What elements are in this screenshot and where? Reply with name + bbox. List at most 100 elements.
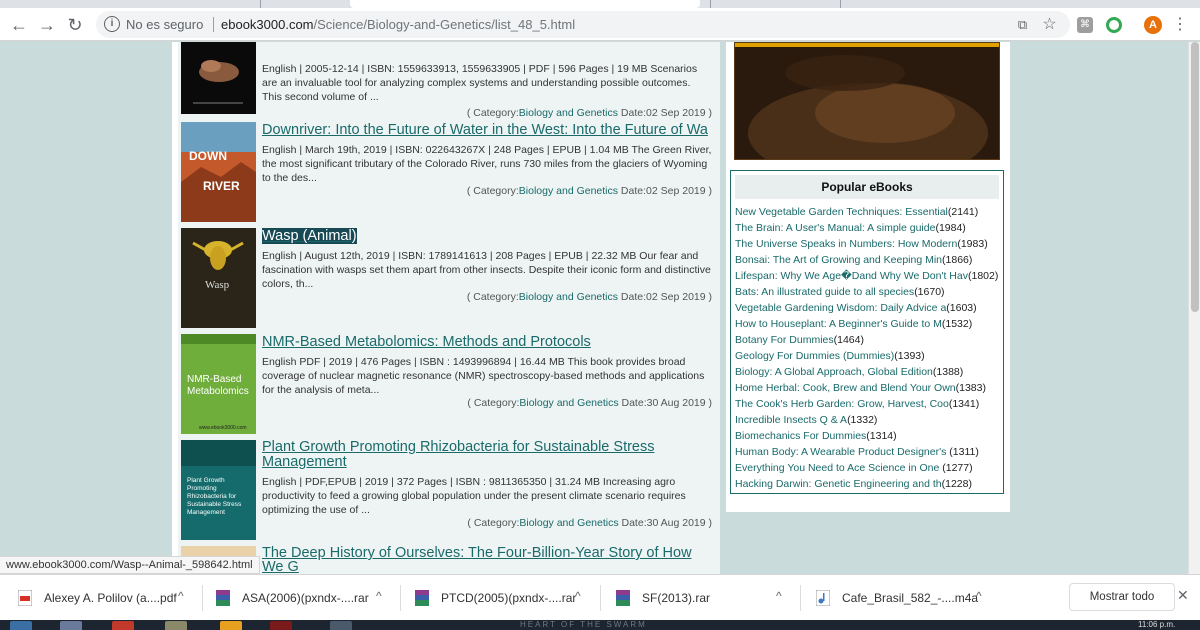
popular-item[interactable]: Biomechanics For Dummies(1314) [735,430,897,442]
category-link[interactable]: Biology and Genetics [519,397,618,409]
popular-item-title[interactable]: Incredible Insects Q & A [735,414,847,426]
popular-item[interactable]: Incredible Insects Q & A(1332) [735,414,877,426]
popular-item[interactable]: Botany For Dummies(1464) [735,334,864,346]
popular-item-title[interactable]: Geology For Dummies (Dummies) [735,350,894,362]
start-icon[interactable] [10,621,32,630]
book-title-text[interactable]: Wasp (Animal) [262,228,357,244]
translate-icon[interactable]: ⧉ [1014,16,1031,33]
book-title[interactable]: NMR-Based Metabolomics: Methods and Prot… [262,334,712,350]
download-item[interactable]: ASA(2006)(pxndx-....rar ^ [216,583,406,613]
popular-item-title[interactable]: Bats: An illustrated guide to all specie… [735,286,914,298]
popular-item-title[interactable]: The Universe Speaks in Numbers: How Mode… [735,238,957,250]
popular-item-title[interactable]: Home Herbal: Cook, Brew and Blend Your O… [735,382,956,394]
book-cover[interactable]: NMR-Based Metabolomics www.ebook3000.com [181,334,256,434]
chevron-up-icon[interactable]: ^ [178,589,184,603]
book-cover[interactable]: Plant Growth Promoting Rhizobacteria for… [181,440,256,540]
popular-item[interactable]: Home Herbal: Cook, Brew and Blend Your O… [735,382,986,394]
book-cover[interactable] [181,42,256,114]
popular-item[interactable]: Human Body: A Wearable Product Designer'… [735,446,979,458]
popular-item[interactable]: Geology For Dummies (Dummies)(1393) [735,350,925,362]
popular-item[interactable]: Bats: An illustrated guide to all specie… [735,286,945,298]
book-description: English | March 19th, 2019 | ISBN: 02264… [262,144,712,184]
advertisement[interactable] [734,42,1000,160]
popular-item-count: (1532) [941,318,973,330]
forward-arrow-icon[interactable]: → [36,14,58,36]
taskbar-app-icon[interactable] [112,621,134,630]
star-icon[interactable]: ☆ [1041,16,1058,33]
taskbar-app-icon[interactable] [330,621,352,630]
download-filename: Cafe_Brasil_582_-....m4a [842,591,979,605]
security-label[interactable]: No es seguro [126,17,203,32]
popular-item[interactable]: Biology: A Global Approach, Global Editi… [735,366,963,378]
reload-icon[interactable]: ↻ [64,14,86,36]
book-title[interactable]: Wasp (Animal) [262,228,712,244]
page-scrollbar[interactable] [1188,42,1200,574]
popular-item[interactable]: Bonsai: The Art of Growing and Keeping M… [735,254,972,266]
category-link[interactable]: Biology and Genetics [519,517,618,529]
close-icon[interactable]: ✕ [1177,587,1189,604]
download-item[interactable]: SF(2013).rar ^ [616,583,806,613]
popular-item[interactable]: The Universe Speaks in Numbers: How Mode… [735,238,988,250]
info-icon[interactable]: i [104,16,120,32]
popular-item[interactable]: How to Houseplant: A Beginner's Guide to… [735,318,972,330]
popular-item-count: (1311) [949,446,979,458]
book-title[interactable]: The Deep History of Ourselves: The Four-… [262,546,712,574]
book-title[interactable]: Plant Growth Promoting Rhizobacteria for… [262,440,712,470]
chevron-up-icon[interactable]: ^ [575,589,581,603]
popular-item-title[interactable]: Bonsai: The Art of Growing and Keeping M… [735,254,942,266]
popular-item-count: (1388) [932,366,964,378]
taskbar-app-icon[interactable] [270,621,292,630]
popular-item[interactable]: Vegetable Gardening Wisdom: Daily Advice… [735,302,977,314]
popular-item[interactable]: The Brain: A User's Manual: A simple gui… [735,222,966,234]
popular-item-title[interactable]: New Vegetable Garden Techniques: Essenti… [735,206,948,218]
status-bar-url: www.ebook3000.com/Wasp--Animal-_598642.h… [0,556,260,574]
pdf-extension-icon[interactable]: ⌘ [1077,17,1093,33]
chevron-up-icon[interactable]: ^ [776,589,782,603]
popular-item-title[interactable]: Hacking Darwin: Genetic Engineering and … [735,478,942,490]
popular-item-title[interactable]: Vegetable Gardening Wisdom: Daily Advice… [735,302,946,314]
back-arrow-icon[interactable]: ← [8,14,30,36]
taskbar-app-icon[interactable] [165,621,187,630]
cover-text: www.ebook3000.com [199,425,247,431]
download-item[interactable]: Cafe_Brasil_582_-....m4a ^ [816,583,1006,613]
popular-item-title[interactable]: The Brain: A User's Manual: A simple gui… [735,222,935,234]
show-all-downloads-button[interactable]: Mostrar todo [1069,583,1175,611]
book-cover[interactable]: Wasp [181,228,256,328]
book-cover[interactable]: DOWN RIVER [181,122,256,222]
popular-item-title[interactable]: Human Body: A Wearable Product Designer'… [735,446,949,458]
popular-item-title[interactable]: Biology: A Global Approach, Global Editi… [735,366,933,378]
url-text[interactable]: ebook3000.com/Science/Biology-and-Geneti… [221,17,575,32]
download-item[interactable]: Alexey A. Polilov (a....pdf ^ [18,583,208,613]
book-date: Date:30 Aug 2019 ) [618,397,713,409]
book-title[interactable]: Downriver: Into the Future of Water in t… [262,122,712,138]
popular-item-title[interactable]: Lifespan: Why We Age�Dand Why We Don't H… [735,270,968,282]
download-item[interactable]: PTCD(2005)(pxndx-....rar ^ [415,583,605,613]
chevron-up-icon[interactable]: ^ [376,589,382,603]
popular-item[interactable]: Hacking Darwin: Genetic Engineering and … [735,478,972,490]
popular-item[interactable]: Lifespan: Why We Age�Dand Why We Don't H… [735,270,998,282]
popular-item-title[interactable]: Botany For Dummies [735,334,834,346]
category-link[interactable]: Biology and Genetics [519,185,618,197]
popular-item-title[interactable]: The Cook's Herb Garden: Grow, Harvest, C… [735,398,949,410]
taskbar-app-icon[interactable] [220,621,242,630]
menu-icon[interactable]: ⋮ [1172,14,1188,36]
popular-item-count: (1866) [942,254,973,266]
popular-item[interactable]: New Vegetable Garden Techniques: Essenti… [735,206,978,218]
popular-item[interactable]: The Cook's Herb Garden: Grow, Harvest, C… [735,398,979,410]
popular-item-title[interactable]: Everything You Need to Ace Science in On… [735,462,942,474]
chrome-extension-icon[interactable] [1106,17,1122,33]
sidebar: Popular eBooks New Vegetable Garden Tech… [726,42,1010,512]
category-link[interactable]: Biology and Genetics [519,107,618,119]
category-link[interactable]: Biology and Genetics [519,291,618,303]
active-tab[interactable] [350,0,700,8]
taskbar-app-icon[interactable] [60,621,82,630]
download-filename: SF(2013).rar [642,591,711,605]
popular-item[interactable]: Everything You Need to Ace Science in On… [735,462,973,474]
scroll-thumb[interactable] [1191,42,1199,312]
popular-item-title[interactable]: How to Houseplant: A Beginner's Guide to… [735,318,942,330]
avatar[interactable]: A [1144,16,1162,34]
download-divider [800,585,801,611]
popular-item-title[interactable]: Biomechanics For Dummies [735,430,866,442]
chevron-up-icon[interactable]: ^ [976,589,982,603]
address-bar[interactable]: i No es seguro ebook3000.com/Science/Bio… [96,11,1070,38]
